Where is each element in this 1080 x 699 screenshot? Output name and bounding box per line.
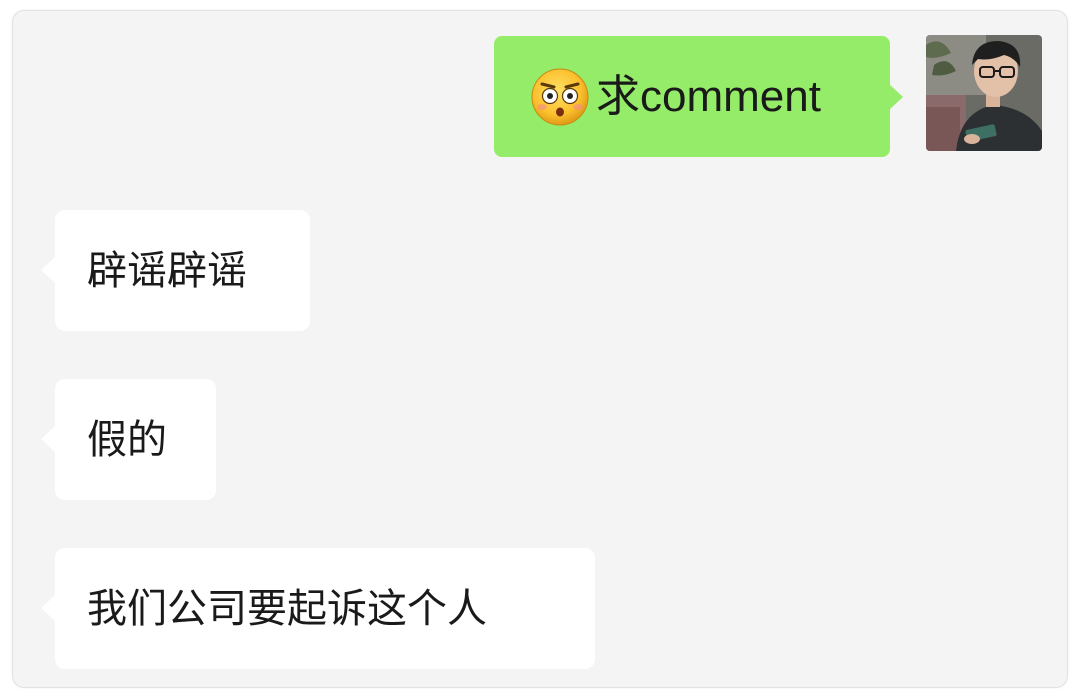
message-bubble-outgoing[interactable]: 求comment <box>494 36 903 157</box>
flushed-face-emoji-icon <box>530 67 590 127</box>
message-text: 我们公司要起诉这个人 <box>87 585 487 632</box>
message-text: 辟谣辟谣 <box>87 247 247 294</box>
message-text: 假的 <box>87 416 167 463</box>
message-bubble-incoming[interactable]: 假的 <box>41 379 216 500</box>
user-avatar[interactable] <box>926 35 1042 151</box>
message-text: 求comment <box>596 71 821 121</box>
message-bubble-incoming[interactable]: 辟谣辟谣 <box>41 210 310 331</box>
chat-panel: 求comment 辟谣辟谣 假的 我们公司要起诉这个人 <box>12 10 1068 688</box>
message-bubble-incoming[interactable]: 我们公司要起诉这个人 <box>41 548 595 669</box>
avatar-photo <box>926 35 1042 151</box>
